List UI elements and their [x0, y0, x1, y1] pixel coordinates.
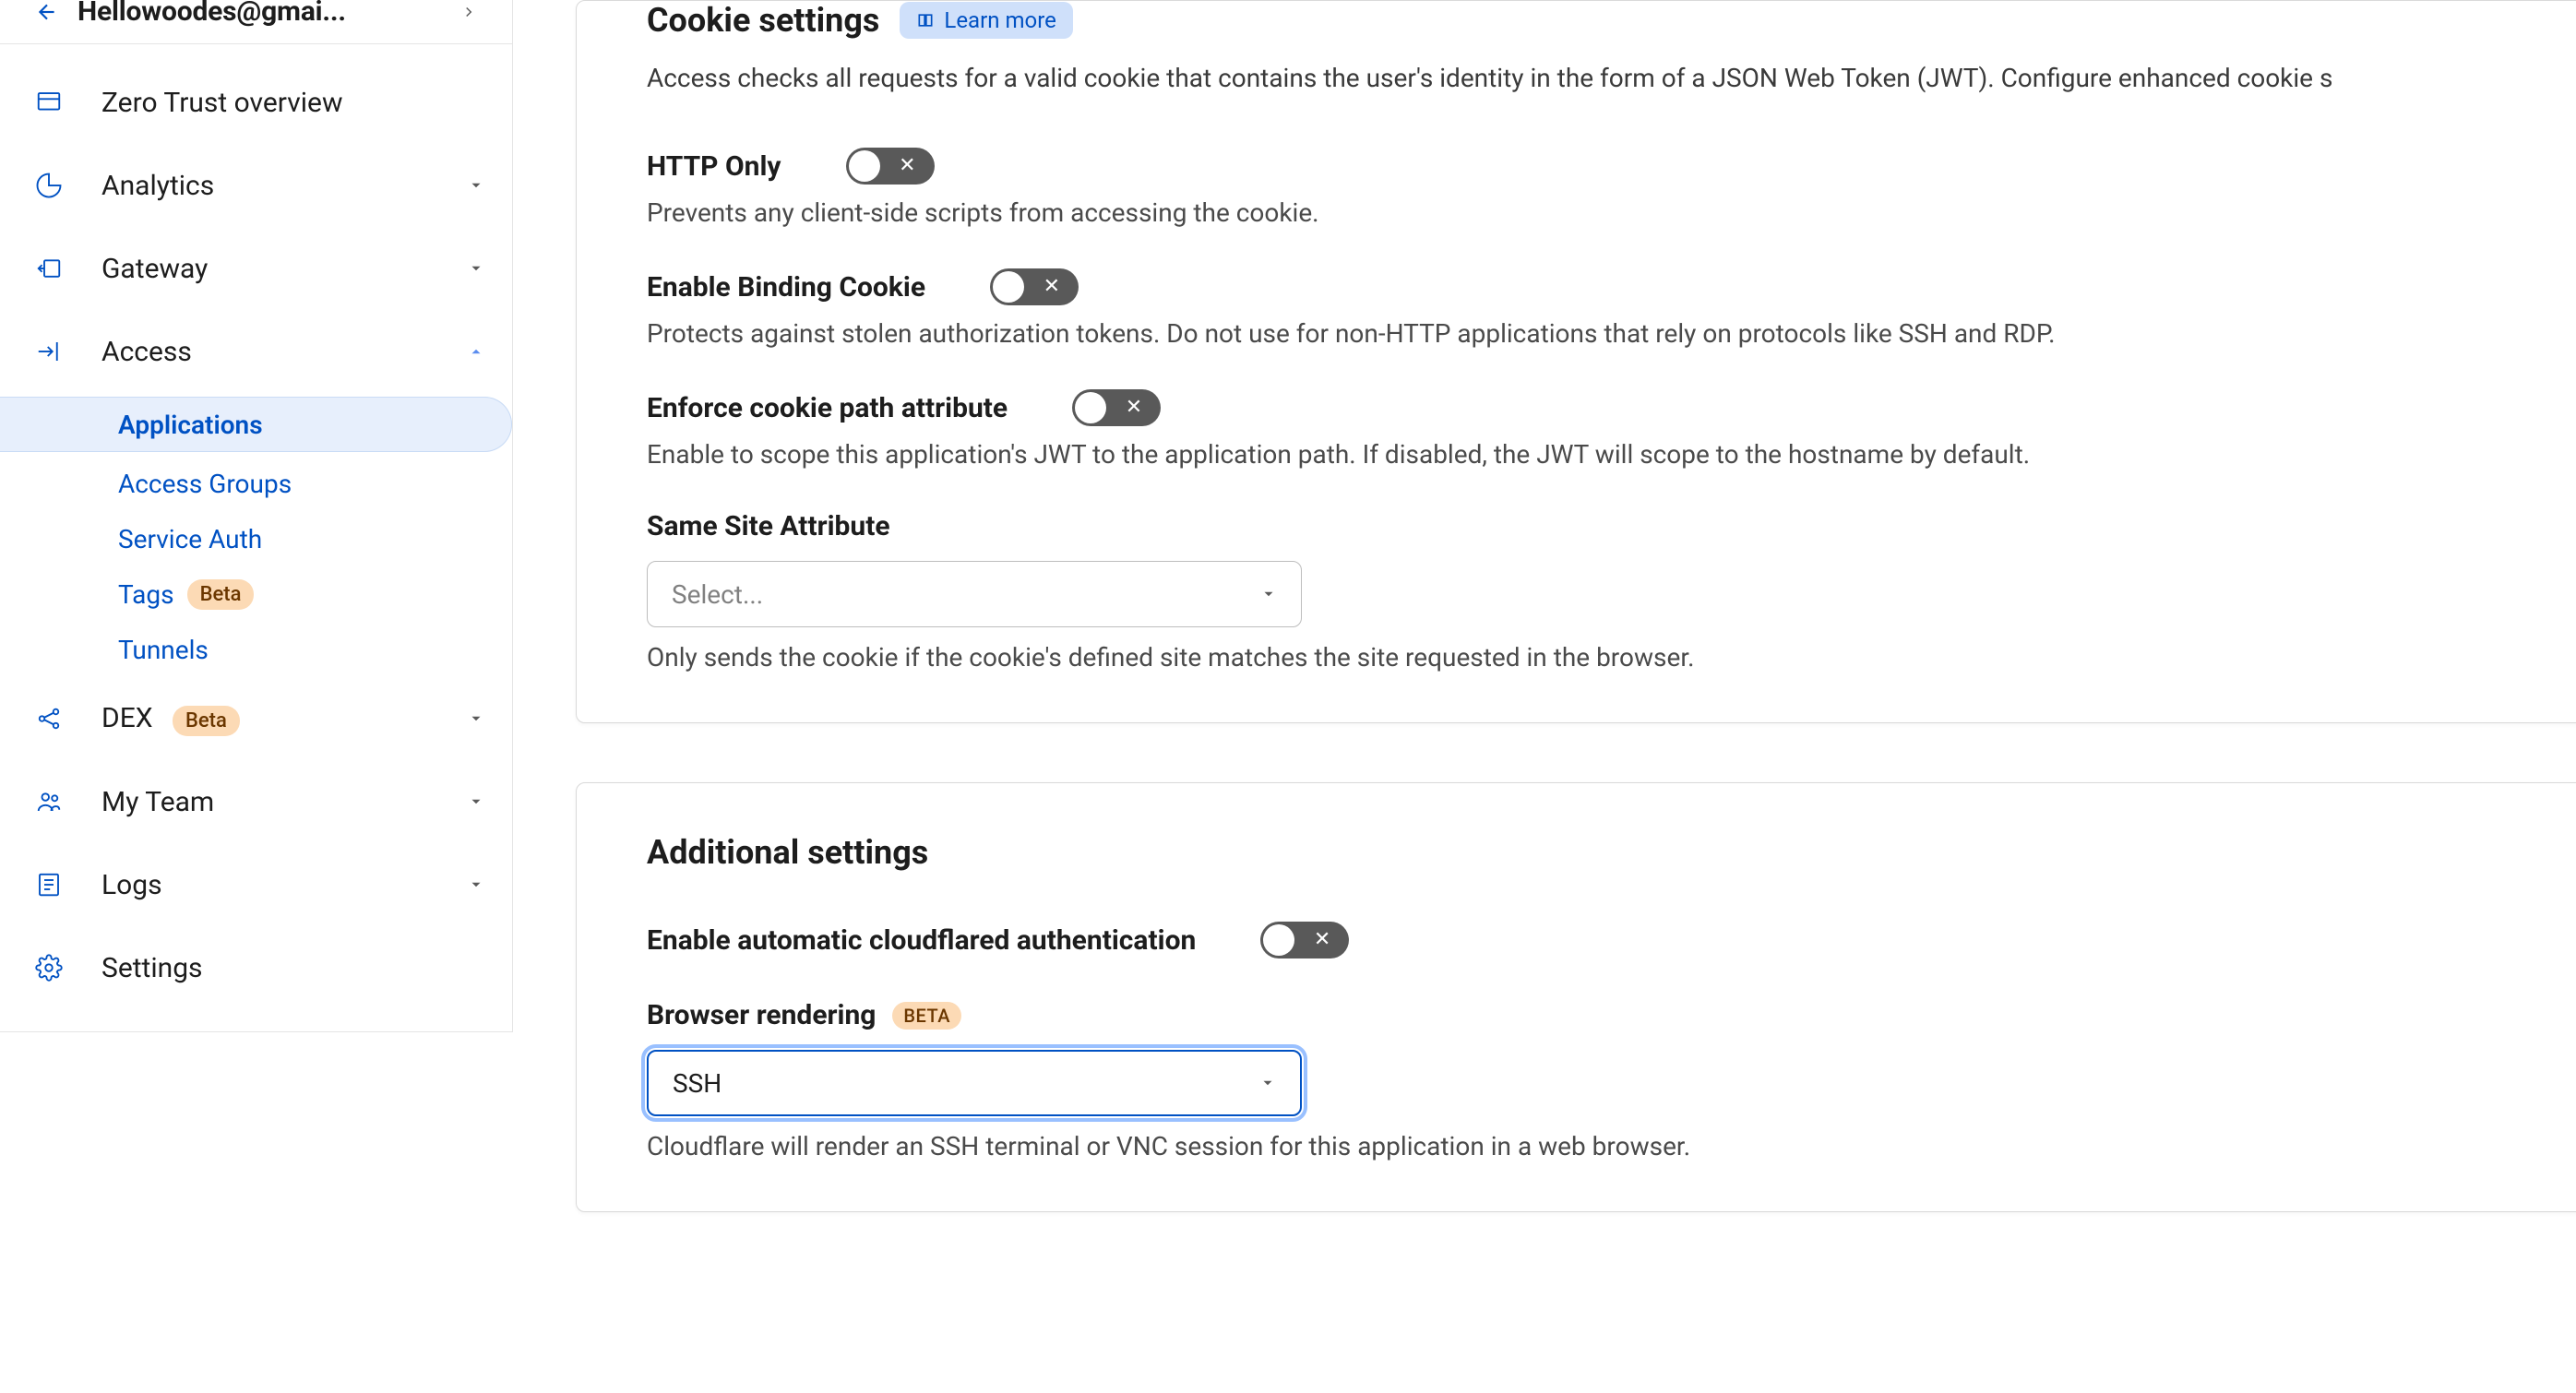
learn-more-text: Learn more	[944, 7, 1055, 33]
sidebar-item-applications[interactable]: Applications	[0, 397, 512, 452]
beta-badge: Beta	[173, 706, 240, 736]
binding-cookie-toggle[interactable]: ✕	[990, 268, 1079, 305]
http-only-desc: Prevents any client-side scripts from ac…	[647, 197, 2576, 228]
learn-more-link[interactable]: Learn more	[900, 2, 1072, 39]
samesite-desc: Only sends the cookie if the cookie's de…	[647, 642, 2576, 673]
sidebar-label: My Team	[101, 786, 468, 818]
logs-icon	[35, 871, 63, 899]
access-icon	[35, 338, 63, 365]
chevron-down-icon	[468, 793, 484, 810]
x-icon: ✕	[1314, 930, 1330, 950]
sidebar-label: Zero Trust overview	[101, 87, 484, 119]
back-arrow-icon	[35, 0, 59, 24]
beta-badge: Beta	[187, 579, 255, 610]
cookie-settings-header: Cookie settings Learn more	[647, 1, 2576, 40]
binding-cookie-label: Enable Binding Cookie	[647, 271, 925, 304]
sidebar-sublabel: Service Auth	[118, 524, 262, 554]
browser-rendering-setting: Browser rendering BETA SSH Cloudflare wi…	[647, 999, 2576, 1161]
http-only-label: HTTP Only	[647, 150, 781, 183]
http-only-setting: HTTP Only ✕ Prevents any client-side scr…	[647, 148, 2576, 228]
sidebar: Hellowoodes@gmai... Zero Trust overview …	[0, 0, 513, 1032]
auto-cloudflared-setting: Enable automatic cloudflared authenticat…	[647, 922, 2576, 958]
account-email: Hellowoodes@gmai...	[78, 0, 442, 28]
sidebar-label: Access	[101, 336, 468, 368]
chevron-up-icon	[468, 343, 484, 360]
sidebar-label: Gateway	[101, 253, 468, 285]
sidebar-sublabel: Access Groups	[118, 469, 292, 499]
sidebar-item-access-groups[interactable]: Access Groups	[0, 456, 512, 511]
chevron-right-icon	[460, 4, 477, 20]
pie-chart-icon	[35, 172, 63, 199]
cookie-settings-title: Cookie settings	[647, 1, 879, 40]
sidebar-item-overview[interactable]: Zero Trust overview	[0, 61, 512, 144]
browser-rendering-label: Browser rendering	[647, 999, 876, 1031]
additional-settings-title: Additional settings	[647, 833, 2576, 872]
x-icon: ✕	[899, 156, 915, 176]
beta-badge: BETA	[892, 1002, 961, 1030]
gear-icon	[35, 954, 63, 982]
dashboard-icon	[35, 89, 63, 116]
sidebar-item-service-auth[interactable]: Service Auth	[0, 511, 512, 566]
sidebar-sublabel: Tags	[118, 579, 174, 610]
sidebar-label-text: DEX	[101, 702, 153, 734]
sidebar-item-tunnels[interactable]: Tunnels	[0, 622, 512, 677]
sidebar-label: Settings	[101, 952, 484, 984]
samesite-select[interactable]: Select...	[647, 561, 1302, 627]
caret-down-icon	[1260, 586, 1277, 602]
sidebar-item-access[interactable]: Access	[0, 310, 512, 393]
binding-cookie-desc: Protects against stolen authorization to…	[647, 318, 2576, 349]
team-icon	[35, 788, 63, 816]
sidebar-item-dex[interactable]: DEX Beta	[0, 677, 512, 760]
x-icon: ✕	[1126, 398, 1142, 418]
browser-rendering-select-wrap: SSH	[647, 1050, 1302, 1116]
sidebar-label: Analytics	[101, 170, 468, 202]
x-icon: ✕	[1044, 277, 1060, 297]
samesite-label: Same Site Attribute	[647, 510, 890, 542]
samesite-setting: Same Site Attribute Select... Only sends…	[647, 510, 2576, 673]
cookie-path-label: Enforce cookie path attribute	[647, 392, 1008, 424]
account-switcher[interactable]: Hellowoodes@gmai...	[0, 0, 512, 44]
caret-down-icon	[1259, 1075, 1276, 1091]
gateway-icon	[35, 255, 63, 282]
http-only-toggle[interactable]: ✕	[846, 148, 935, 185]
main-content: Cookie settings Learn more Access checks…	[513, 0, 2576, 1393]
sidebar-item-settings[interactable]: Settings	[0, 926, 512, 1009]
auto-cloudflared-label: Enable automatic cloudflared authenticat…	[647, 924, 1196, 957]
auto-cloudflared-toggle[interactable]: ✕	[1260, 922, 1349, 958]
sidebar-sublabel: Applications	[118, 410, 263, 440]
samesite-select-wrap: Select...	[647, 561, 1302, 627]
browser-rendering-value: SSH	[673, 1068, 722, 1099]
access-submenu: Applications Access Groups Service Auth …	[0, 393, 512, 677]
samesite-placeholder: Select...	[672, 579, 763, 610]
cookie-path-desc: Enable to scope this application's JWT t…	[647, 439, 2576, 470]
sidebar-label: DEX Beta	[101, 702, 468, 736]
additional-settings-card: Additional settings Enable automatic clo…	[576, 782, 2576, 1212]
book-icon	[916, 11, 935, 30]
cookie-settings-description: Access checks all requests for a valid c…	[647, 60, 2576, 96]
chevron-down-icon	[468, 710, 484, 727]
chevron-down-icon	[468, 177, 484, 194]
dex-icon	[35, 705, 63, 732]
sidebar-item-gateway[interactable]: Gateway	[0, 227, 512, 310]
sidebar-item-logs[interactable]: Logs	[0, 843, 512, 926]
cookie-path-setting: Enforce cookie path attribute ✕ Enable t…	[647, 389, 2576, 470]
sidebar-sublabel: Tunnels	[118, 635, 209, 665]
browser-rendering-select[interactable]: SSH	[647, 1050, 1302, 1116]
sidebar-item-my-team[interactable]: My Team	[0, 760, 512, 843]
sidebar-item-tags[interactable]: Tags Beta	[0, 566, 512, 622]
binding-cookie-setting: Enable Binding Cookie ✕ Protects against…	[647, 268, 2576, 349]
chevron-down-icon	[468, 260, 484, 277]
sidebar-item-analytics[interactable]: Analytics	[0, 144, 512, 227]
sidebar-label: Logs	[101, 869, 468, 901]
cookie-settings-card: Cookie settings Learn more Access checks…	[576, 0, 2576, 723]
browser-rendering-desc: Cloudflare will render an SSH terminal o…	[647, 1131, 2576, 1161]
cookie-path-toggle[interactable]: ✕	[1072, 389, 1161, 426]
chevron-down-icon	[468, 876, 484, 893]
